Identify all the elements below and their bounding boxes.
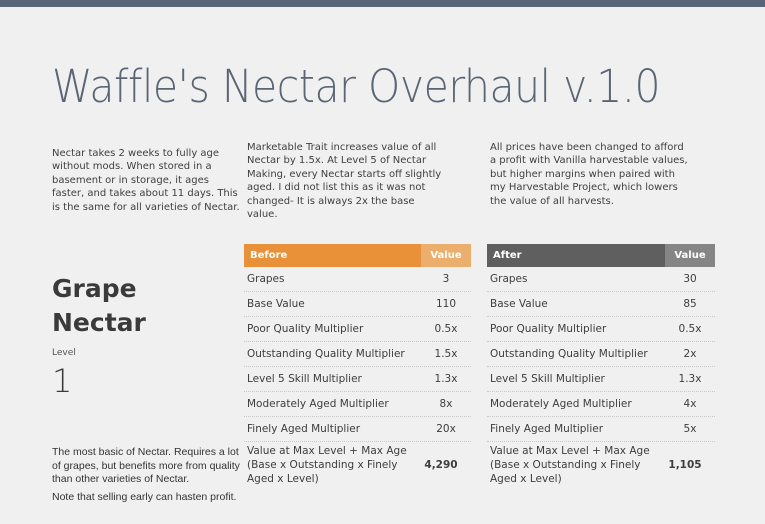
row-value: 1.3x (434, 373, 458, 385)
description-note: Note that selling early can hasten profi… (52, 490, 237, 503)
row-value: 30 (683, 273, 697, 285)
row-value: 8x (439, 398, 453, 410)
row-name: Level 5 Skill Multiplier (247, 373, 362, 385)
row-name: Finely Aged Multiplier (490, 423, 604, 435)
product-name-line1: Grape (52, 274, 137, 303)
row-value: 1.5x (434, 348, 458, 360)
row-value: 20x (436, 423, 456, 435)
table-header: Before Value (244, 244, 471, 267)
table-row: Level 5 Skill Multiplier 1.3x (244, 367, 471, 392)
row-value: 0.5x (434, 323, 458, 335)
header-value: Value (665, 244, 715, 267)
page-title: Waffle's Nectar Overhaul v.1.0 (52, 60, 661, 113)
row-name: Level 5 Skill Multiplier (490, 373, 605, 385)
table-row: Poor Quality Multiplier 0.5x (487, 317, 715, 342)
intro-marketable-text: Marketable Trait increases value of all … (247, 142, 442, 221)
level-label: Level (52, 348, 76, 358)
total-value: 4,290 (424, 459, 458, 471)
total-row: Value at Max Level + Max Age (Base x Out… (244, 442, 471, 486)
row-name: Outstanding Quality Multiplier (247, 348, 405, 360)
intro-prices-text: All prices have been changed to afford a… (490, 142, 688, 207)
row-name: Finely Aged Multiplier (247, 423, 361, 435)
intro-aging-text: Nectar takes 2 weeks to fully age withou… (52, 148, 240, 213)
table-row: Outstanding Quality Multiplier 1.5x (244, 342, 471, 367)
table-row: Grapes 30 (487, 267, 715, 292)
row-value: 5x (683, 423, 697, 435)
row-value: 2x (683, 348, 697, 360)
table-row: Poor Quality Multiplier 0.5x (244, 317, 471, 342)
total-row: Value at Max Level + Max Age (Base x Out… (487, 442, 715, 486)
row-name: Poor Quality Multiplier (247, 323, 364, 335)
table-row: Base Value 110 (244, 292, 471, 317)
before-table: Before Value Grapes 3 Base Value 110 Poor … (244, 244, 471, 486)
table-row: Finely Aged Multiplier 5x (487, 417, 715, 442)
row-value: 4x (683, 398, 697, 410)
table-row: Finely Aged Multiplier 20x (244, 417, 471, 442)
row-name: Moderately Aged Multiplier (490, 398, 632, 410)
row-value: 85 (683, 298, 697, 310)
row-name: Base Value (490, 298, 548, 310)
product-info: Grape Nectar Level 1 (52, 272, 146, 400)
product-name-line2: Nectar (52, 308, 146, 337)
total-label: Value at Max Level + Max Age (Base x Out… (247, 445, 407, 485)
row-name: Grapes (490, 273, 528, 285)
row-name: Poor Quality Multiplier (490, 323, 607, 335)
table-row: Outstanding Quality Multiplier 2x (487, 342, 715, 367)
table-row: Grapes 3 (244, 267, 471, 292)
header-value: Value (421, 244, 471, 267)
row-name: Grapes (247, 273, 285, 285)
table-row: Moderately Aged Multiplier 4x (487, 392, 715, 417)
row-value: 1.3x (678, 373, 702, 385)
row-value: 110 (435, 298, 457, 310)
row-value: 3 (442, 273, 450, 285)
row-value: 0.5x (678, 323, 702, 335)
row-name: Moderately Aged Multiplier (247, 398, 389, 410)
row-name: Base Value (247, 298, 305, 310)
table-row: Level 5 Skill Multiplier 1.3x (487, 367, 715, 392)
header-after: After (487, 244, 665, 267)
table-header: After Value (487, 244, 715, 267)
total-value: 1,105 (668, 459, 702, 471)
level-value: 1 (52, 362, 73, 400)
header-before: Before (244, 244, 421, 267)
total-label: Value at Max Level + Max Age (Base x Out… (490, 445, 650, 485)
after-table: After Value Grapes 30 Base Value 85 Poor Q… (487, 244, 715, 486)
description-text: The most basic of Nectar. Requires a lot… (52, 446, 240, 485)
top-accent-bar (0, 0, 765, 7)
table-row: Base Value 85 (487, 292, 715, 317)
row-name: Outstanding Quality Multiplier (490, 348, 648, 360)
table-row: Moderately Aged Multiplier 8x (244, 392, 471, 417)
product-description: The most basic of Nectar. Requires a lot… (52, 446, 242, 508)
